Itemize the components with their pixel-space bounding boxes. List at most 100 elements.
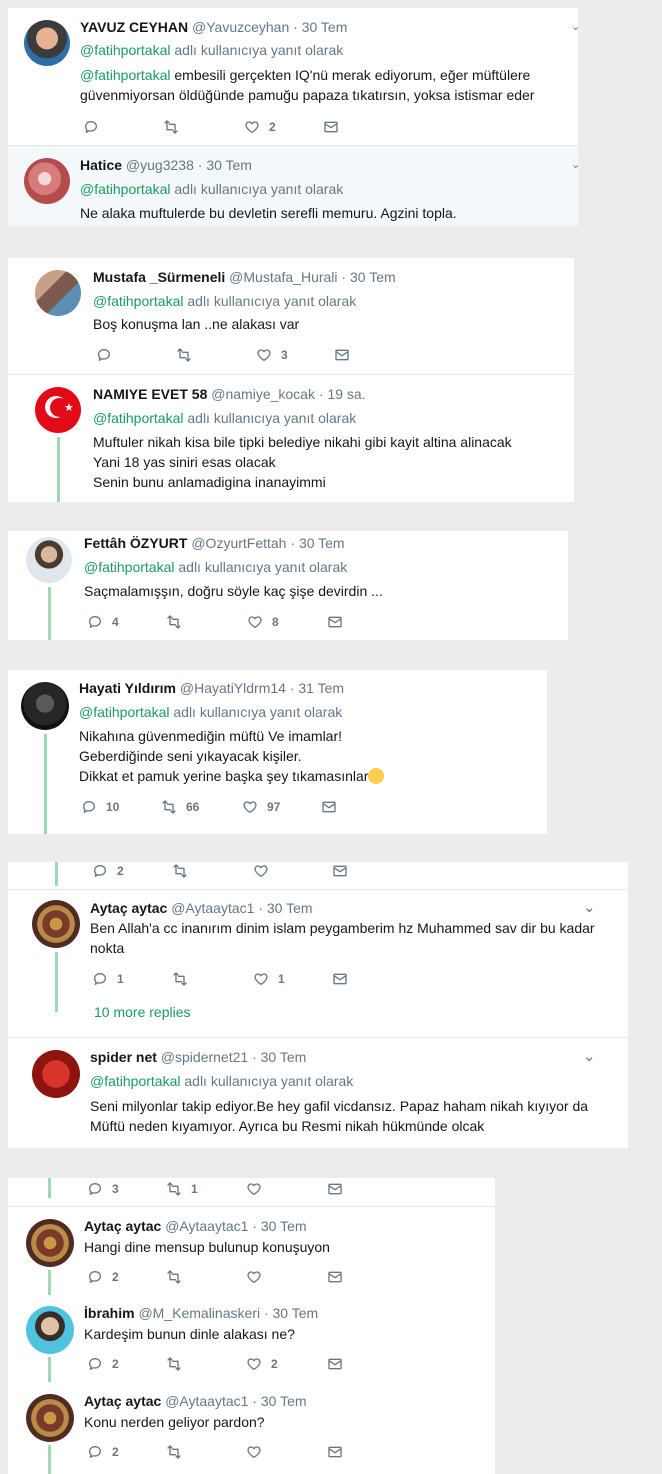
user-handle[interactable]: @namiye_kocak	[211, 386, 315, 402]
more-replies-link[interactable]: 10 more replies	[94, 1004, 191, 1020]
tweet-mustafa[interactable]: Mustafa _Sürmeneli @Mustafa_Hurali · 30 …	[8, 258, 574, 374]
like-button[interactable]: 2	[246, 1355, 278, 1373]
like-button[interactable]	[246, 1443, 271, 1461]
user-name[interactable]: Aytaç aytac	[84, 1218, 161, 1234]
retweet-button[interactable]	[166, 1268, 191, 1286]
avatar[interactable]	[24, 158, 70, 204]
avatar[interactable]	[26, 1219, 74, 1267]
user-name[interactable]: Fettâh ÖZYURT	[84, 535, 187, 551]
user-name[interactable]: Aytaç aytac	[84, 1393, 161, 1409]
user-name[interactable]: İbrahim	[84, 1305, 135, 1321]
mention-link[interactable]: @fatihportakal	[93, 410, 183, 426]
tweet-namiye[interactable]: ★ NAMIYE EVET 58 @namiye_kocak · 19 sa. …	[8, 374, 574, 502]
retweet-button[interactable]	[176, 346, 201, 364]
user-handle[interactable]: @yug3238	[126, 157, 194, 173]
reply-button[interactable]: 1	[92, 970, 124, 988]
mention-link[interactable]: @fatihportakal	[79, 704, 169, 720]
retweet-button[interactable]	[166, 613, 191, 631]
retweet-button[interactable]: 1	[166, 1180, 198, 1198]
reply-button[interactable]: 2	[87, 1443, 119, 1461]
avatar[interactable]: ★	[35, 387, 81, 433]
timestamp[interactable]: 19 sa.	[327, 386, 365, 402]
user-handle[interactable]: @Aytaaytac1	[171, 900, 254, 916]
dm-button[interactable]	[327, 613, 343, 631]
user-name[interactable]: spider net	[90, 1049, 157, 1065]
timestamp[interactable]: 30 Tem	[206, 157, 252, 173]
avatar[interactable]	[35, 270, 81, 316]
like-button[interactable]	[246, 1180, 262, 1198]
like-button[interactable]: 1	[253, 970, 285, 988]
tweet-hatice[interactable]: Hatice @yug3238 · 30 Tem ⌄ @fatihportaka…	[8, 145, 578, 226]
like-button[interactable]: 97	[242, 798, 280, 816]
dm-button[interactable]	[334, 346, 350, 364]
tweet-aytac-1[interactable]: Aytaç aytac @Aytaaytac1 · 30 Tem ⌄ Ben A…	[8, 889, 628, 1038]
dm-button[interactable]	[327, 1443, 343, 1461]
user-name[interactable]: Aytaç aytac	[90, 900, 167, 916]
like-button[interactable]	[246, 1268, 271, 1286]
reply-button[interactable]: 4	[87, 613, 119, 631]
reply-button[interactable]: 2	[87, 1268, 119, 1286]
user-handle[interactable]: @Aytaaytac1	[165, 1218, 248, 1234]
avatar[interactable]	[26, 1394, 74, 1442]
tweet-fettah[interactable]: Fettâh ÖZYURT @OzyurtFettah · 30 Tem @fa…	[8, 531, 568, 640]
user-handle[interactable]: @HayatiYldrm14	[180, 680, 286, 696]
avatar[interactable]	[21, 682, 69, 730]
timestamp[interactable]: 30 Tem	[273, 1305, 319, 1321]
user-name[interactable]: Hatice	[80, 157, 122, 173]
user-name[interactable]: NAMIYE EVET 58	[93, 386, 207, 402]
like-button[interactable]: 2	[244, 118, 276, 136]
like-button[interactable]: 8	[247, 613, 279, 631]
chevron-down-icon[interactable]: ⌄	[583, 898, 596, 916]
tweet-ibrahim[interactable]: İbrahim @M_Kemalinaskeri · 30 Tem Kardeş…	[8, 1294, 495, 1382]
dm-button[interactable]	[332, 862, 348, 880]
mention-link[interactable]: @fatihportakal	[90, 1073, 180, 1089]
timestamp[interactable]: 30 Tem	[302, 19, 348, 35]
avatar[interactable]	[32, 1050, 80, 1098]
avatar[interactable]	[26, 537, 72, 583]
reply-button[interactable]: 3	[87, 1180, 119, 1198]
like-button[interactable]: 3	[256, 346, 288, 364]
user-handle[interactable]: @OzyurtFettah	[191, 535, 286, 551]
reply-button[interactable]: 2	[87, 1355, 119, 1373]
mention-link[interactable]: @fatihportakal	[80, 181, 170, 197]
tweet-spidernet[interactable]: spider net @spidernet21 · 30 Tem ⌄ @fati…	[8, 1037, 628, 1148]
avatar[interactable]	[32, 900, 80, 948]
like-button[interactable]	[253, 862, 269, 880]
timestamp[interactable]: 31 Tem	[298, 680, 344, 696]
retweet-button[interactable]	[163, 118, 188, 136]
user-handle[interactable]: @M_Kemalinaskeri	[138, 1305, 260, 1321]
dm-button[interactable]	[332, 970, 348, 988]
mention-link[interactable]: @fatihportakal	[80, 42, 170, 58]
dm-button[interactable]	[323, 118, 339, 136]
tweet-aytac-2[interactable]: Aytaç aytac @Aytaaytac1 · 30 Tem Hangi d…	[8, 1206, 495, 1295]
reply-button[interactable]: 2	[92, 862, 124, 880]
dm-button[interactable]	[327, 1180, 343, 1198]
avatar[interactable]	[26, 1306, 74, 1354]
dm-button[interactable]	[327, 1268, 343, 1286]
retweet-button[interactable]	[166, 1443, 191, 1461]
user-handle[interactable]: @Aytaaytac1	[165, 1393, 248, 1409]
retweet-button[interactable]	[172, 862, 188, 880]
reply-button[interactable]	[96, 346, 121, 364]
user-name[interactable]: Hayati Yıldırım	[79, 680, 176, 696]
tweet-yavuz[interactable]: YAVUZ CEYHAN @Yavuzceyhan · 30 Tem ⌄ @fa…	[8, 8, 578, 145]
timestamp[interactable]: 30 Tem	[261, 1393, 307, 1409]
timestamp[interactable]: 30 Tem	[350, 269, 396, 285]
chevron-down-icon[interactable]: ⌄	[583, 1047, 596, 1065]
chevron-down-icon[interactable]: ⌄	[571, 158, 578, 171]
chevron-down-icon[interactable]: ⌄	[571, 20, 578, 33]
user-handle[interactable]: @Mustafa_Hurali	[229, 269, 337, 285]
timestamp[interactable]: 30 Tem	[261, 1049, 307, 1065]
avatar[interactable]	[24, 20, 70, 66]
timestamp[interactable]: 30 Tem	[267, 900, 313, 916]
timestamp[interactable]: 30 Tem	[261, 1218, 307, 1234]
user-handle[interactable]: @Yavuzceyhan	[192, 19, 289, 35]
user-name[interactable]: YAVUZ CEYHAN	[80, 19, 188, 35]
dm-button[interactable]	[327, 1355, 343, 1373]
mention-link[interactable]: @fatihportakal	[93, 293, 183, 309]
timestamp[interactable]: 30 Tem	[299, 535, 345, 551]
tweet-hayati[interactable]: Hayati Yıldırım @HayatiYldrm14 · 31 Tem …	[8, 670, 547, 834]
mention-link[interactable]: @fatihportakal	[84, 559, 174, 575]
retweet-button[interactable]: 66	[161, 798, 199, 816]
user-handle[interactable]: @spidernet21	[161, 1049, 248, 1065]
